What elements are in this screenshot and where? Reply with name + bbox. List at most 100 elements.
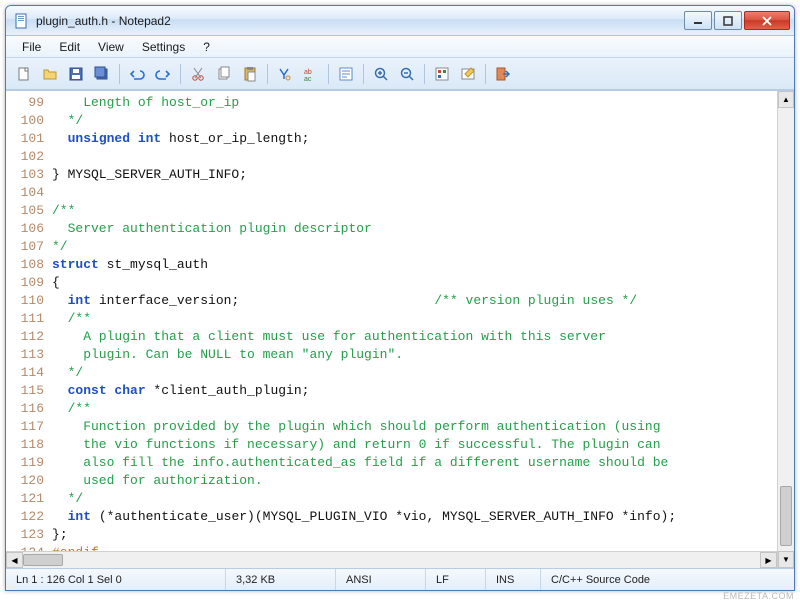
code-line[interactable]: Server authentication plugin descriptor — [52, 220, 777, 238]
status-position: Ln 1 : 126 Col 1 Sel 0 — [6, 569, 226, 590]
scheme-icon[interactable] — [430, 62, 454, 86]
maximize-button[interactable] — [714, 11, 742, 30]
vertical-scrollbar[interactable]: ▲ ▼ — [777, 91, 794, 568]
menubar: FileEditViewSettings? — [6, 36, 794, 58]
code-line[interactable]: A plugin that a client must use for auth… — [52, 328, 777, 346]
scroll-right-arrow[interactable]: ▶ — [760, 552, 777, 568]
code-line[interactable]: const char *client_auth_plugin; — [52, 382, 777, 400]
code-line[interactable]: the vio functions if necessary) and retu… — [52, 436, 777, 454]
word-wrap-icon[interactable] — [334, 62, 358, 86]
status-eol: LF — [426, 569, 486, 590]
code-line[interactable]: /** — [52, 400, 777, 418]
code-line[interactable]: */ — [52, 238, 777, 256]
line-number: 99 — [6, 94, 44, 112]
menu-settings[interactable]: Settings — [134, 38, 193, 56]
line-number: 103 — [6, 166, 44, 184]
line-number: 113 — [6, 346, 44, 364]
scroll-up-arrow[interactable]: ▲ — [778, 91, 794, 108]
status-mode: INS — [486, 569, 541, 590]
line-number: 116 — [6, 400, 44, 418]
code-area[interactable]: Length of host_or_ip */ unsigned int hos… — [50, 91, 777, 568]
line-number: 118 — [6, 436, 44, 454]
code-line[interactable]: unsigned int host_or_ip_length; — [52, 130, 777, 148]
cut-icon[interactable] — [186, 62, 210, 86]
code-line[interactable]: */ — [52, 112, 777, 130]
menu-view[interactable]: View — [90, 38, 132, 56]
status-filesize: 3,32 KB — [226, 569, 336, 590]
horizontal-scrollbar[interactable]: ◀ ▶ — [6, 551, 777, 568]
code-line[interactable]: used for authorization. — [52, 472, 777, 490]
open-file-icon[interactable] — [38, 62, 62, 86]
line-number: 107 — [6, 238, 44, 256]
zoom-in-icon[interactable] — [369, 62, 393, 86]
vertical-scroll-thumb[interactable] — [780, 486, 792, 546]
code-line[interactable]: */ — [52, 490, 777, 508]
customize-icon[interactable] — [456, 62, 480, 86]
code-line[interactable]: */ — [52, 364, 777, 382]
exit-icon[interactable] — [491, 62, 515, 86]
line-number: 104 — [6, 184, 44, 202]
line-number: 121 — [6, 490, 44, 508]
save-icon[interactable] — [64, 62, 88, 86]
horizontal-scroll-thumb[interactable] — [23, 554, 63, 566]
line-number: 105 — [6, 202, 44, 220]
find-icon[interactable] — [273, 62, 297, 86]
code-line[interactable]: plugin. Can be NULL to mean "any plugin"… — [52, 346, 777, 364]
line-number: 111 — [6, 310, 44, 328]
code-line[interactable]: also fill the info.authenticated_as fiel… — [52, 454, 777, 472]
app-icon — [14, 13, 30, 29]
code-line[interactable]: } MYSQL_SERVER_AUTH_INFO; — [52, 166, 777, 184]
scroll-left-arrow[interactable]: ◀ — [6, 552, 23, 568]
line-number: 106 — [6, 220, 44, 238]
line-number: 114 — [6, 364, 44, 382]
menu-edit[interactable]: Edit — [51, 38, 88, 56]
code-line[interactable]: Length of host_or_ip — [52, 94, 777, 112]
watermark: EMEZETA.COM — [723, 591, 794, 601]
line-number: 102 — [6, 148, 44, 166]
code-line[interactable]: /** — [52, 202, 777, 220]
paste-icon[interactable] — [238, 62, 262, 86]
svg-text:ac: ac — [304, 76, 312, 82]
status-language: C/C++ Source Code — [541, 569, 794, 590]
line-number: 110 — [6, 292, 44, 310]
undo-icon[interactable] — [125, 62, 149, 86]
line-number: 115 — [6, 382, 44, 400]
redo-icon[interactable] — [151, 62, 175, 86]
minimize-button[interactable] — [684, 11, 712, 30]
code-line[interactable] — [52, 184, 777, 202]
line-number: 100 — [6, 112, 44, 130]
line-number: 108 — [6, 256, 44, 274]
toolbar: abac — [6, 58, 794, 90]
code-line[interactable]: Function provided by the plugin which sh… — [52, 418, 777, 436]
code-line[interactable] — [52, 148, 777, 166]
code-line[interactable]: { — [52, 274, 777, 292]
status-encoding: ANSI — [336, 569, 426, 590]
scroll-down-arrow[interactable]: ▼ — [778, 551, 794, 568]
menu-file[interactable]: File — [14, 38, 49, 56]
code-line[interactable]: struct st_mysql_auth — [52, 256, 777, 274]
line-number: 112 — [6, 328, 44, 346]
code-line[interactable]: /** — [52, 310, 777, 328]
new-file-icon[interactable] — [12, 62, 36, 86]
zoom-out-icon[interactable] — [395, 62, 419, 86]
line-number-gutter: 9910010110210310410510610710810911011111… — [6, 91, 50, 568]
line-number: 101 — [6, 130, 44, 148]
editor: 9910010110210310410510610710810911011111… — [6, 90, 794, 568]
statusbar: Ln 1 : 126 Col 1 Sel 0 3,32 KB ANSI LF I… — [6, 568, 794, 590]
svg-text:ab: ab — [304, 69, 312, 76]
code-line[interactable]: int (*authenticate_user)(MYSQL_PLUGIN_VI… — [52, 508, 777, 526]
menu-?[interactable]: ? — [195, 38, 218, 56]
close-button[interactable] — [744, 11, 790, 30]
line-number: 123 — [6, 526, 44, 544]
line-number: 120 — [6, 472, 44, 490]
line-number: 119 — [6, 454, 44, 472]
replace-icon[interactable]: abac — [299, 62, 323, 86]
window-title: plugin_auth.h - Notepad2 — [36, 14, 684, 28]
line-number: 117 — [6, 418, 44, 436]
code-line[interactable]: }; — [52, 526, 777, 544]
save-all-icon[interactable] — [90, 62, 114, 86]
line-number: 109 — [6, 274, 44, 292]
copy-icon[interactable] — [212, 62, 236, 86]
titlebar[interactable]: plugin_auth.h - Notepad2 — [6, 6, 794, 36]
code-line[interactable]: int interface_version; /** version plugi… — [52, 292, 777, 310]
